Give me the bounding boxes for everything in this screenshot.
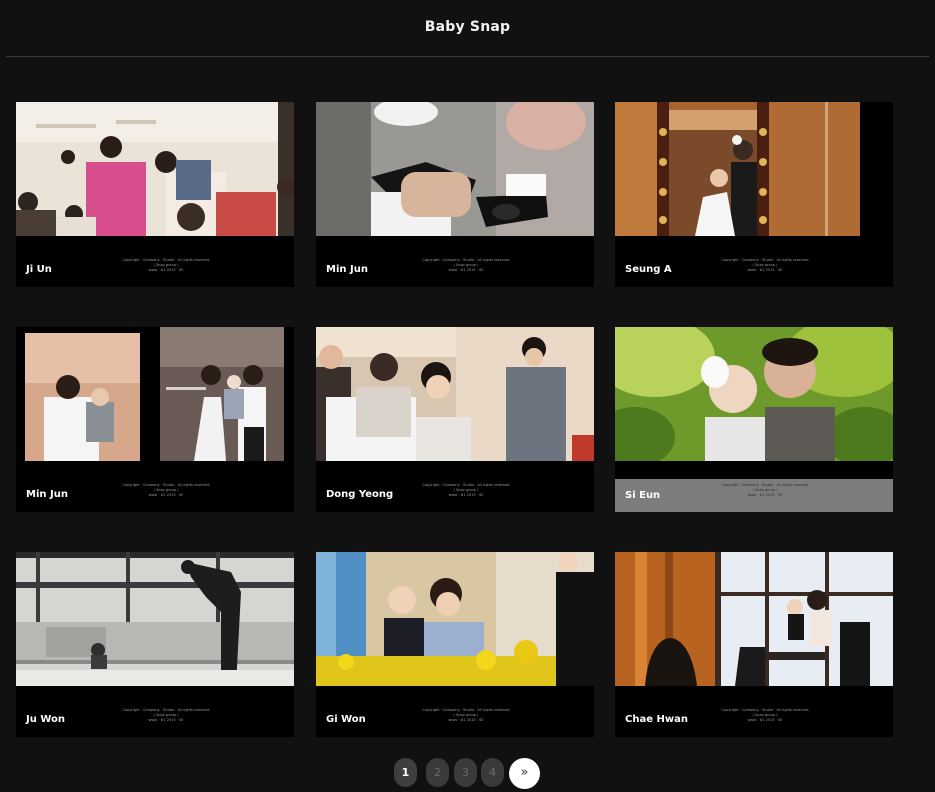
card-name: Ju Won [26,714,65,725]
copyright-text: Copyright · Company · Studio · All right… [721,258,809,272]
photo-thumbnail[interactable] [16,102,294,236]
header: Baby Snap [0,0,935,57]
copyright-text: Copyright · Company · Studio · All right… [422,483,510,497]
gallery-card[interactable]: Si Eun Copyright · Company · Studio · Al… [615,327,893,512]
copyright-text: Copyright · Company · Studio · All right… [721,708,809,722]
next-page-button[interactable]: » [509,758,540,789]
copyright-text: Copyright · Company · Studio · All right… [721,483,809,497]
caption: Min Jun Copyright · Company · Studio · A… [16,461,294,512]
card-name: Min Jun [26,489,68,500]
caption: Min Jun Copyright · Company · Studio · A… [316,236,594,287]
gallery-card[interactable]: Min Jun Copyright · Company · Studio · A… [16,327,294,512]
gallery-card[interactable]: Min Jun Copyright · Company · Studio · A… [316,102,594,287]
double-chevron-right-icon: » [520,765,529,780]
photo-thumbnail[interactable] [615,327,893,461]
gallery-card[interactable]: Gi Won Copyright · Company · Studio · Al… [316,552,594,737]
copyright-text: Copyright · Company · Studio · All right… [122,483,210,497]
photo-thumbnail[interactable] [16,552,294,686]
card-name: Si Eun [625,490,661,501]
copyright-text: Copyright · Company · Studio · All right… [122,708,210,722]
photo-thumbnail[interactable] [316,327,594,461]
card-name: Min Jun [326,264,368,275]
page-3-button[interactable]: 3 [454,758,477,787]
photo-thumbnail[interactable] [316,102,594,236]
caption: Gi Won Copyright · Company · Studio · Al… [316,686,594,737]
copyright-text: Copyright · Company · Studio · All right… [422,708,510,722]
page-title: Baby Snap [424,19,511,35]
gallery-card[interactable]: Ju Won Copyright · Company · Studio · Al… [16,552,294,737]
page-4-button[interactable]: 4 [481,758,504,787]
card-name: Ji Un [26,264,52,275]
copyright-text: Copyright · Company · Studio · All right… [422,258,510,272]
copyright-text: Copyright · Company · Studio · All right… [122,258,210,272]
caption: Dong Yeong Copyright · Company · Studio … [316,461,594,512]
card-name: Chae Hwan [625,714,688,725]
gallery-card[interactable]: Ji Un Copyright · Company · Studio · All… [16,102,294,287]
caption: Si Eun Copyright · Company · Studio · Al… [615,479,893,512]
photo-thumbnail[interactable] [16,327,294,461]
caption: Chae Hwan Copyright · Company · Studio ·… [615,686,893,737]
photo-thumbnail[interactable] [615,552,893,686]
card-name: Dong Yeong [326,489,394,500]
caption: Ju Won Copyright · Company · Studio · Al… [16,686,294,737]
gallery-card[interactable]: Chae Hwan Copyright · Company · Studio ·… [615,552,893,737]
caption: Seung A Copyright · Company · Studio · A… [615,236,893,287]
header-divider [6,56,929,57]
caption: Ji Un Copyright · Company · Studio · All… [16,236,294,287]
photo-thumbnail[interactable] [316,552,594,686]
page-1-button[interactable]: 1 [394,758,417,787]
gallery-card[interactable]: Seung A Copyright · Company · Studio · A… [615,102,893,287]
photo-thumbnail[interactable] [615,102,893,236]
page-2-button[interactable]: 2 [426,758,449,787]
card-name: Gi Won [326,714,366,725]
card-name: Seung A [625,264,672,275]
gallery-card[interactable]: Dong Yeong Copyright · Company · Studio … [316,327,594,512]
